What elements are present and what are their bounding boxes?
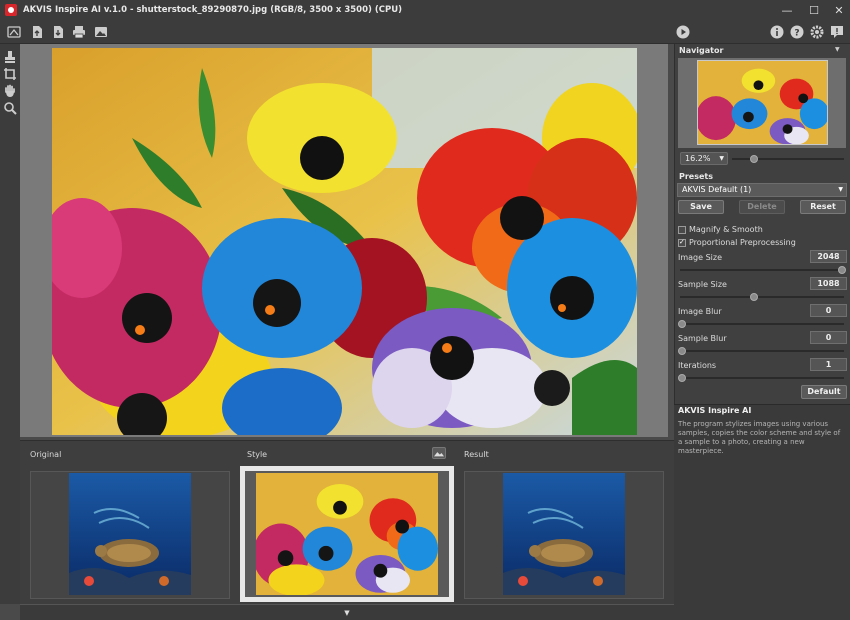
sample-blur-value[interactable]: 0 (810, 331, 847, 344)
help-icon[interactable]: ? (789, 24, 805, 40)
zoom-dropdown-icon: ▼ (719, 155, 724, 162)
result-label: Result (464, 450, 489, 459)
brush-tool-icon[interactable] (3, 50, 17, 64)
delete-preset-button[interactable]: Delete (739, 200, 785, 214)
navigator-collapse-icon[interactable]: ▼ (835, 46, 840, 53)
zoom-icon[interactable] (3, 101, 17, 115)
image-size-label: Image Size (678, 253, 723, 262)
image-size-value[interactable]: 2048 (810, 250, 847, 263)
image-blur-value[interactable]: 0 (810, 304, 847, 317)
iterations-label: Iterations (678, 361, 717, 370)
home-icon[interactable] (6, 24, 22, 40)
run-icon[interactable] (675, 24, 691, 40)
toolbar: ? (0, 20, 850, 44)
crop-icon[interactable] (3, 67, 17, 81)
save-icon[interactable] (50, 24, 66, 40)
default-button[interactable]: Default (801, 385, 847, 399)
magnify-smooth-label: Magnify & Smooth (689, 225, 763, 234)
hand-icon[interactable] (3, 84, 17, 98)
zoom-slider-thumb[interactable] (750, 155, 758, 163)
reset-preset-button[interactable]: Reset (800, 200, 846, 214)
zoom-combo[interactable]: 16.2% ▼ (680, 152, 728, 165)
navigator-title: Navigator (679, 46, 724, 55)
preset-select[interactable]: AKVIS Default (1) ▼ (677, 183, 847, 197)
app-logo-icon (5, 4, 17, 16)
original-thumbnail (69, 473, 191, 595)
open-icon[interactable] (29, 24, 45, 40)
image-blur-slider-thumb[interactable] (678, 320, 686, 328)
proportional-preprocessing-checkbox[interactable] (678, 238, 686, 247)
window-title: AKVIS Inspire AI v.1.0 - shutterstock_89… (23, 5, 402, 15)
title-bar: AKVIS Inspire AI v.1.0 - shutterstock_89… (0, 0, 850, 20)
style-thumbnail (256, 473, 438, 595)
info-text: The program stylizes images using variou… (678, 420, 841, 455)
preset-dropdown-icon: ▼ (838, 186, 843, 193)
image-canvas[interactable] (52, 48, 637, 435)
sample-blur-slider[interactable] (680, 350, 844, 352)
tool-strip (0, 44, 20, 604)
preset-selected: AKVIS Default (1) (682, 185, 752, 194)
chevron-down-icon: ▼ (344, 608, 350, 617)
painting-image (52, 48, 637, 435)
style-label: Style (247, 450, 268, 459)
sample-blur-slider-thumb[interactable] (678, 347, 686, 355)
image-blur-label: Image Blur (678, 307, 722, 316)
magnify-smooth-checkbox[interactable] (678, 226, 686, 234)
iterations-slider[interactable] (680, 377, 844, 379)
settings-icon[interactable] (809, 24, 825, 40)
collapse-panel-button[interactable]: ▼ (20, 604, 674, 620)
info-title: AKVIS Inspire AI (678, 406, 752, 415)
navigator-preview[interactable] (697, 60, 828, 145)
close-button[interactable]: ✕ (825, 0, 850, 20)
image-size-slider[interactable] (680, 269, 844, 271)
sample-size-label: Sample Size (678, 280, 727, 289)
sample-size-slider[interactable] (680, 296, 844, 298)
iterations-slider-thumb[interactable] (678, 374, 686, 382)
feedback-icon[interactable] (829, 24, 845, 40)
print-icon[interactable] (71, 24, 87, 40)
landscape-icon (434, 452, 444, 457)
sample-size-slider-thumb[interactable] (750, 293, 758, 301)
iterations-value[interactable]: 1 (810, 358, 847, 371)
minimize-button[interactable]: — (773, 0, 801, 20)
style-library-button[interactable] (432, 447, 446, 459)
save-preset-button[interactable]: Save (678, 200, 724, 214)
result-thumbnail (503, 473, 625, 595)
sample-blur-label: Sample Blur (678, 334, 727, 343)
original-label: Original (30, 450, 62, 459)
svg-text:?: ? (794, 29, 799, 39)
info-icon[interactable] (769, 24, 785, 40)
zoom-slider[interactable] (732, 158, 844, 160)
maximize-button[interactable]: ☐ (800, 0, 828, 20)
image-blur-slider[interactable] (680, 323, 844, 325)
proportional-preprocessing-label: Proportional Preprocessing (689, 238, 796, 247)
image-size-slider-thumb[interactable] (838, 266, 846, 274)
sample-size-value[interactable]: 1088 (810, 277, 847, 290)
zoom-value: 16.2% (685, 154, 711, 163)
style-gallery-icon[interactable] (93, 24, 109, 40)
